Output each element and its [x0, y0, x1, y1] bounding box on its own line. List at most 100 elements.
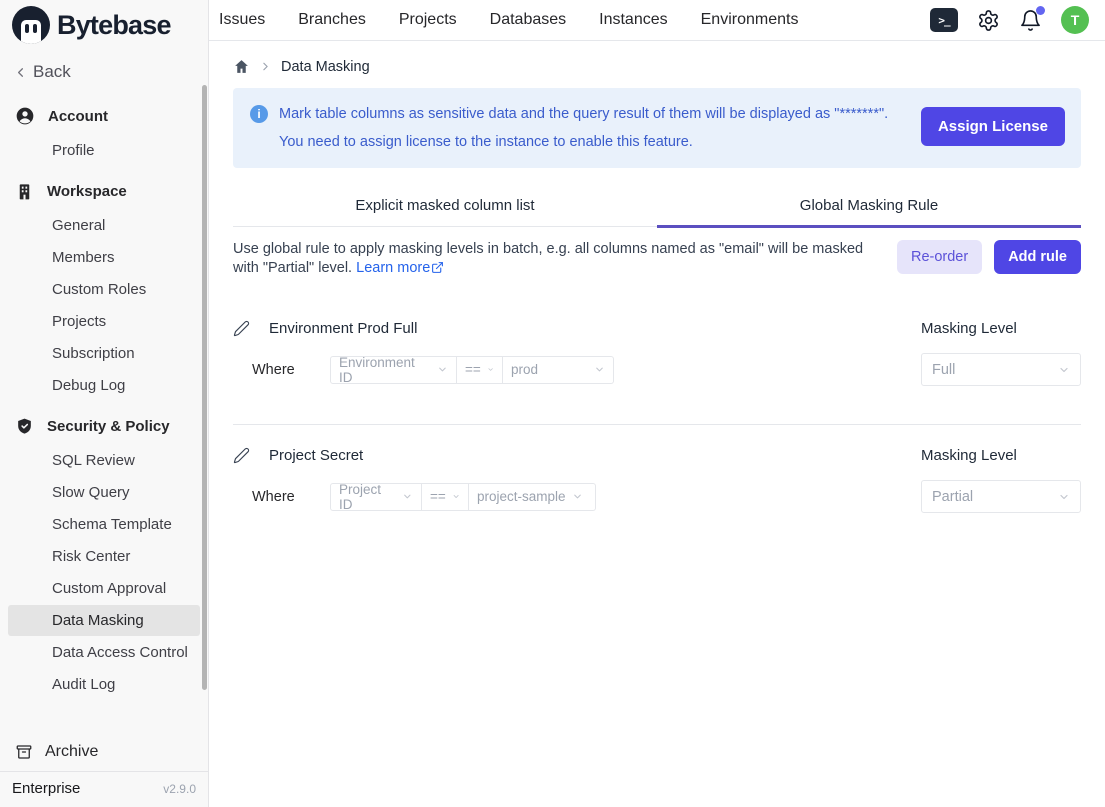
- chevron-down-icon: [1058, 364, 1070, 376]
- operator-select[interactable]: ==: [457, 356, 503, 384]
- rules-description: Use global rule to apply masking levels …: [233, 240, 891, 280]
- nav-databases[interactable]: Databases: [490, 11, 567, 29]
- rules-toolbar: Use global rule to apply masking levels …: [233, 240, 1081, 280]
- operator-select[interactable]: ==: [422, 483, 469, 511]
- chevron-down-icon: [594, 364, 605, 375]
- chevron-down-icon: [1058, 491, 1070, 503]
- value-select[interactable]: project-sample: [469, 483, 596, 511]
- back-button[interactable]: Back: [0, 46, 208, 88]
- notification-dot: [1036, 6, 1045, 15]
- condition-group: Project ID == project-sample: [330, 483, 596, 511]
- reorder-button[interactable]: Re-order: [897, 240, 982, 274]
- home-icon[interactable]: [233, 58, 250, 75]
- banner-line-2: You need to assign license to the instan…: [279, 128, 895, 156]
- plan-name: Enterprise: [12, 780, 80, 797]
- where-label: Where: [252, 489, 298, 505]
- nav-projects[interactable]: Projects: [399, 11, 457, 29]
- brand-name: Bytebase: [57, 10, 171, 41]
- license-info-banner: i Mark table columns as sensitive data a…: [233, 88, 1081, 168]
- bytebase-logo[interactable]: Bytebase: [0, 0, 208, 46]
- sidebar-item-general[interactable]: General: [8, 210, 200, 241]
- chevron-down-icon: [487, 364, 494, 375]
- sql-editor-terminal-icon[interactable]: >_: [930, 8, 958, 32]
- masking-rule-card: Environment Prod Full Masking Level Wher…: [233, 320, 1081, 425]
- top-navbar: Issues Branches Projects Databases Insta…: [209, 0, 1105, 41]
- rule-title: Environment Prod Full: [269, 320, 417, 337]
- section-workspace: Workspace: [0, 174, 208, 209]
- sidebar-item-profile[interactable]: Profile: [8, 135, 200, 166]
- condition-group: Environment ID == prod: [330, 356, 614, 384]
- masking-rule-card: Project Secret Masking Level Where Proje…: [233, 447, 1081, 513]
- archive-icon: [15, 743, 33, 761]
- nav-branches[interactable]: Branches: [298, 11, 366, 29]
- sidebar-item-subscription[interactable]: Subscription: [8, 338, 200, 369]
- chevron-left-icon: [13, 65, 28, 80]
- external-link-icon: [431, 261, 444, 280]
- rule-header: Environment Prod Full Masking Level: [233, 320, 1081, 337]
- shield-check-icon: [15, 417, 34, 436]
- masking-level-label: Masking Level: [921, 447, 1081, 464]
- chevron-down-icon: [452, 491, 460, 502]
- app-version: v2.9.0: [163, 782, 196, 796]
- sidebar-item-audit-log[interactable]: Audit Log: [8, 669, 200, 700]
- pencil-icon: [233, 320, 250, 337]
- user-circle-icon: [15, 106, 35, 126]
- sidebar-item-data-masking[interactable]: Data Masking: [8, 605, 200, 636]
- section-label: Security & Policy: [47, 418, 170, 435]
- rule-controls: Where Environment ID == prod: [233, 353, 1081, 386]
- value-select[interactable]: prod: [503, 356, 614, 384]
- toolbar-buttons: Re-order Add rule: [897, 240, 1081, 274]
- sidebar-item-schema-template[interactable]: Schema Template: [8, 509, 200, 540]
- sidebar-item-risk-center[interactable]: Risk Center: [8, 541, 200, 572]
- sidebar-item-slow-query[interactable]: Slow Query: [8, 477, 200, 508]
- factor-select[interactable]: Environment ID: [330, 356, 457, 384]
- section-account: Account: [0, 98, 208, 134]
- masking-tabs: Explicit masked column list Global Maski…: [233, 188, 1081, 227]
- section-security-policy: Security & Policy: [0, 409, 208, 444]
- add-rule-button[interactable]: Add rule: [994, 240, 1081, 274]
- section-label: Workspace: [47, 183, 127, 200]
- chevron-down-icon: [572, 491, 583, 502]
- rule-header: Project Secret Masking Level: [233, 447, 1081, 464]
- masking-level-label: Masking Level: [921, 320, 1081, 337]
- nav-issues[interactable]: Issues: [219, 11, 265, 29]
- chevron-down-icon: [437, 364, 448, 375]
- nav-instances[interactable]: Instances: [599, 11, 667, 29]
- nav-environments[interactable]: Environments: [701, 11, 799, 29]
- factor-select[interactable]: Project ID: [330, 483, 422, 511]
- notifications-bell-icon[interactable]: [1019, 9, 1042, 32]
- sidebar-item-sql-review[interactable]: SQL Review: [8, 445, 200, 476]
- chevron-down-icon: [402, 491, 413, 502]
- section-label: Account: [48, 108, 108, 125]
- tab-global-masking-rule[interactable]: Global Masking Rule: [657, 188, 1081, 226]
- sidebar-item-members[interactable]: Members: [8, 242, 200, 273]
- main-column: Issues Branches Projects Databases Insta…: [209, 0, 1105, 807]
- pencil-icon: [233, 447, 250, 464]
- assign-license-button[interactable]: Assign License: [921, 107, 1065, 146]
- settings-gear-icon[interactable]: [977, 9, 1000, 32]
- breadcrumb: Data Masking: [233, 41, 1081, 88]
- sidebar-item-custom-approval[interactable]: Custom Approval: [8, 573, 200, 604]
- app-window: Bytebase Back Account Profile: [0, 0, 1105, 807]
- main-nav: Issues Branches Projects Databases Insta…: [219, 11, 798, 29]
- where-label: Where: [252, 362, 298, 378]
- edit-rule-button[interactable]: [233, 447, 250, 464]
- topnav-actions: >_ T: [930, 6, 1089, 34]
- user-avatar[interactable]: T: [1061, 6, 1089, 34]
- learn-more-link[interactable]: Learn more: [356, 260, 444, 276]
- sidebar-item-custom-roles[interactable]: Custom Roles: [8, 274, 200, 305]
- sidebar-item-projects[interactable]: Projects: [8, 306, 200, 337]
- archive-button[interactable]: Archive: [0, 735, 208, 771]
- sidebar-item-debug-log[interactable]: Debug Log: [8, 370, 200, 401]
- archive-label: Archive: [45, 743, 98, 761]
- sidebar-scrollbar[interactable]: [202, 85, 207, 690]
- masking-level-select[interactable]: Partial: [921, 480, 1081, 513]
- edit-rule-button[interactable]: [233, 320, 250, 337]
- back-label: Back: [33, 62, 71, 82]
- sidebar-item-data-access-control[interactable]: Data Access Control: [8, 637, 200, 668]
- page-content: Data Masking i Mark table columns as sen…: [209, 41, 1105, 513]
- info-icon: i: [250, 105, 268, 123]
- building-icon: [15, 182, 34, 201]
- tab-explicit-masked-column-list[interactable]: Explicit masked column list: [233, 188, 657, 226]
- masking-level-select[interactable]: Full: [921, 353, 1081, 386]
